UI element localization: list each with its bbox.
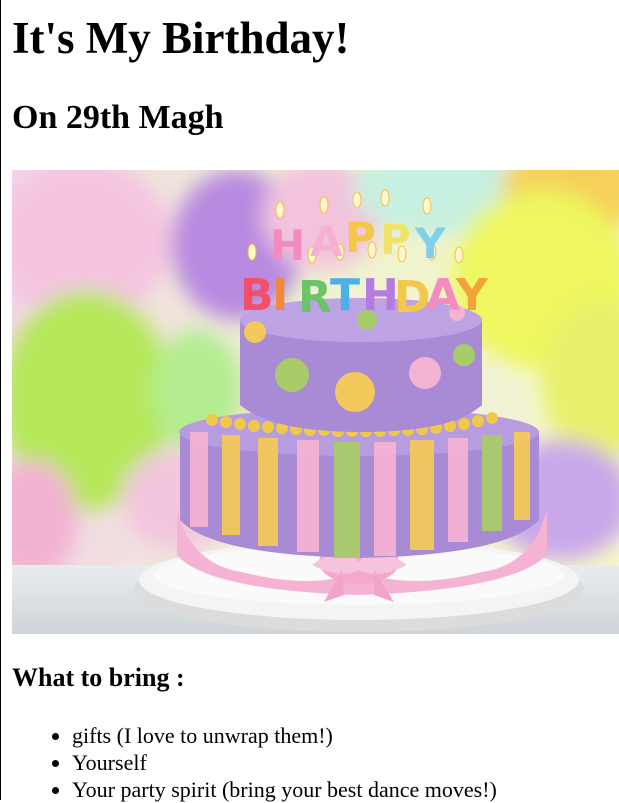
page-subtitle: On 29th Magh [12, 99, 224, 136]
candle-letter: H [270, 221, 305, 270]
bring-section-heading: What to bring : [12, 663, 185, 692]
list-item: Your party spirit (bring your best dance… [72, 776, 497, 803]
left-border-line [0, 0, 1, 800]
candle-letter: I [272, 270, 288, 321]
list-item: Yourself [72, 749, 497, 776]
candle-letter: A [426, 270, 460, 321]
candle-letter: Y [455, 270, 489, 321]
candle-letter: T [330, 270, 360, 321]
page-title: It's My Birthday! [12, 13, 350, 63]
candle-letter: P [380, 215, 411, 264]
birthday-cake-image: H A P P Y B I R T H D A Y [12, 170, 619, 634]
candle-letter: B [240, 270, 274, 321]
candle-letter: A [310, 217, 343, 266]
candle-letter: Y [414, 219, 446, 268]
candle-letter: R [298, 272, 332, 323]
bring-list: gifts (I love to unwrap them!) Yourself … [12, 722, 497, 803]
list-item: gifts (I love to unwrap them!) [72, 722, 497, 749]
candle-letter: P [345, 213, 376, 262]
